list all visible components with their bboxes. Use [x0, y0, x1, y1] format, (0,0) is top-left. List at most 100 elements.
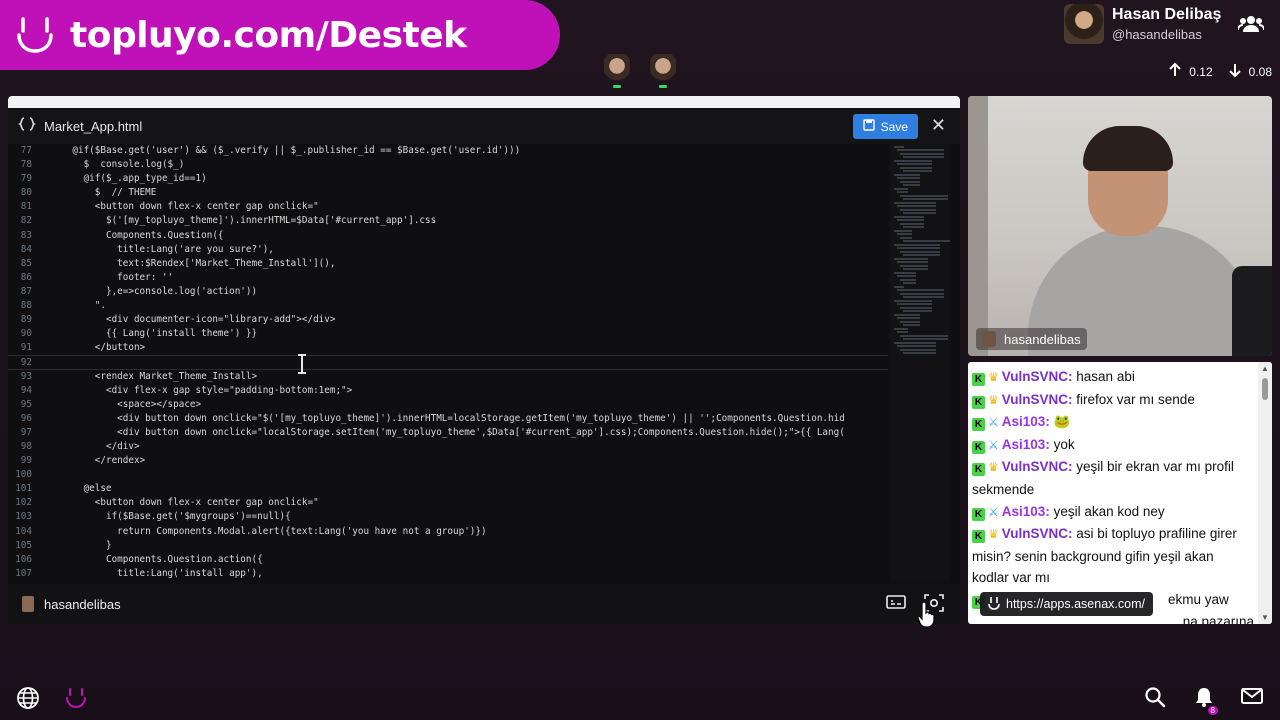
kick-badge-icon: K [972, 463, 985, 477]
code-line[interactable]: 107 title:Lang('install app'), [8, 567, 888, 580]
code-line[interactable]: 91 </button> [8, 341, 888, 355]
code-text: <div button down onclick="$('[my_topluyo… [50, 412, 845, 424]
upload-stat: 0.12 [1189, 64, 1213, 79]
code-line[interactable]: 77 @if($Base.get('user') && ($_.verify |… [8, 144, 888, 158]
code-text: if($Base.get('$mygroups')==null){ [50, 511, 291, 523]
code-line[interactable]: 99 </rendex> [8, 454, 888, 468]
code-line[interactable]: 105 } [8, 539, 888, 553]
editor-header: Market_App.html Save ✕ [8, 108, 960, 144]
line-number: 98 [20, 440, 32, 452]
viewer-avatar[interactable] [604, 54, 630, 88]
code-text: <rendex Market_Theme_Install> [50, 370, 258, 382]
code-text: ". [50, 300, 106, 312]
people-icon[interactable] [1237, 14, 1265, 39]
code-text: },e=>console.log('action')) [50, 285, 258, 297]
code-line[interactable]: 106 Components.Question.action({ [8, 553, 888, 567]
code-line[interactable]: 101 @else [8, 482, 888, 496]
chat-panel[interactable]: K ♛ VulnSVNC: hasan abi K ♛ VulnSVNC: firefox… [968, 362, 1272, 624]
line-number: 107 [15, 567, 32, 579]
mail-icon[interactable] [1240, 686, 1264, 711]
close-icon[interactable]: ✕ [931, 116, 946, 134]
network-stats: 0.12 0.08 [1167, 62, 1272, 81]
banner-text: topluyo.com/Destek [70, 14, 467, 56]
kick-badge-icon: K [972, 440, 985, 454]
crown-badge-icon: ♛ [988, 392, 999, 407]
code-text: Components.Question({ [50, 229, 224, 241]
kick-badge-icon: K [972, 418, 985, 432]
scroll-up-icon[interactable]: ▲ [1261, 364, 1269, 373]
chat-username[interactable]: Asi103 [1002, 414, 1046, 429]
code-line[interactable]: 88 ". [8, 299, 888, 313]
code-line[interactable]: 103 if($Base.get('$mygroups')==null){ [8, 510, 888, 524]
code-line[interactable]: 86 footer: '' [8, 271, 888, 285]
text-cursor-icon [298, 354, 306, 374]
code-line[interactable]: 100 [8, 468, 888, 482]
chat-username[interactable]: VulnSVNC [1002, 392, 1068, 407]
code-text: $ // THEME [50, 187, 157, 199]
code-line[interactable]: 96 <div button down onclick="$('[my_topl… [8, 412, 888, 426]
scrollbar-thumb[interactable] [1262, 378, 1268, 400]
code-line[interactable]: 98 </div> [8, 440, 888, 454]
code-line[interactable]: 80 $ // THEME [8, 186, 888, 200]
arrow-up-icon [1167, 62, 1183, 81]
code-line[interactable]: 90 {{ Lang('install theme') }} [8, 327, 888, 341]
code-line[interactable]: 95 <space></space> [8, 398, 888, 412]
code-line[interactable]: 92 [8, 355, 888, 370]
code-line[interactable]: 94 <div flex-x gap style="padding-bottom… [8, 384, 888, 398]
viewer-avatar[interactable] [650, 54, 676, 88]
code-area[interactable]: 77 @if($Base.get('user') && ($_.verify |… [8, 144, 888, 580]
code-text: <div documenter-icon="library-add"></div… [50, 314, 336, 326]
avatar [982, 331, 996, 347]
globe-icon[interactable] [16, 686, 40, 715]
code-line[interactable]: 79 @if($_.app_type_id==1) [8, 172, 888, 186]
save-button[interactable]: Save [852, 114, 918, 139]
topluyo-logo-icon[interactable] [64, 686, 88, 715]
download-stat: 0.08 [1248, 64, 1272, 79]
sword-badge-icon: ⚔ [988, 437, 999, 452]
line-number: 100 [15, 469, 32, 481]
code-line[interactable]: 104 return Components.Modal.alert({text:… [8, 525, 888, 539]
code-line[interactable]: 81 <button down flex-x center gap onclic… [8, 200, 888, 214]
chat-username[interactable]: VulnSVNC [1002, 526, 1068, 541]
code-line[interactable]: 97 <div button down onclick="localStorag… [8, 426, 888, 440]
code-line[interactable]: 78 $ console.log($_) [8, 158, 888, 172]
line-number: 77 [20, 145, 32, 156]
avatar [22, 596, 34, 612]
code-line[interactable]: 82 $('[my_topluyo_theme]').innerHTML=$Da… [8, 214, 888, 228]
code-line[interactable]: 93 <rendex Market_Theme_Install> [8, 370, 888, 384]
code-line[interactable]: 89 <div documenter-icon="library-add"></… [8, 313, 888, 327]
chat-message: K ♛ VulnSVNC: asi bi topluyo prafiline gir… [972, 526, 1237, 586]
line-number: 95 [20, 398, 32, 410]
captions-icon[interactable] [886, 594, 906, 615]
code-line[interactable]: 84 title:Lang('are you sure?'), [8, 243, 888, 257]
bell-icon[interactable]: 8 [1194, 686, 1218, 715]
code-minimap[interactable] [890, 144, 950, 580]
webcam-feed[interactable]: hasandelibas [968, 96, 1272, 356]
kick-badge-icon: K [972, 395, 985, 409]
code-text: @if($_.app_type_id==1) [50, 173, 207, 185]
code-line[interactable]: 87 },e=>console.log('action')) [8, 285, 888, 299]
code-line[interactable]: 102 <button down flex-x center gap oncli… [8, 496, 888, 510]
hand-cursor-icon [917, 601, 935, 628]
code-text: } [50, 539, 112, 551]
chat-username[interactable]: Asi103 [1002, 437, 1046, 452]
code-text: @if($Base.get('user') && ($_.verify || $… [50, 145, 521, 156]
search-icon[interactable] [1144, 686, 1166, 713]
chat-scrollbar[interactable]: ▲ ▼ [1258, 362, 1272, 624]
user-profile[interactable]: Hasan Delibaş @hasandelibas [1064, 4, 1221, 44]
line-number: 90 [20, 328, 32, 340]
chat-username[interactable]: VulnSVNC [1002, 369, 1068, 384]
line-number: 82 [20, 215, 32, 227]
chat-text: 🐸 [1053, 414, 1071, 430]
chat-username[interactable]: VulnSVNC [1002, 459, 1068, 474]
code-line[interactable]: 85 text:$Rendex['Market_Theme_Install'](… [8, 257, 888, 271]
support-banner[interactable]: topluyo.com/Destek [0, 0, 560, 70]
scroll-down-icon[interactable]: ▼ [1261, 613, 1269, 622]
profile-handle: @hasandelibas [1112, 27, 1202, 42]
chat-username[interactable]: Asi103 [1002, 504, 1046, 519]
chat-message: K ♛ VulnSVNC: yeşil bir ekran var mı profi… [972, 459, 1234, 497]
code-text: $ console.log($_) [50, 159, 185, 171]
crown-badge-icon: ♛ [988, 527, 999, 542]
code-line[interactable]: 83 Components.Question({ [8, 229, 888, 243]
